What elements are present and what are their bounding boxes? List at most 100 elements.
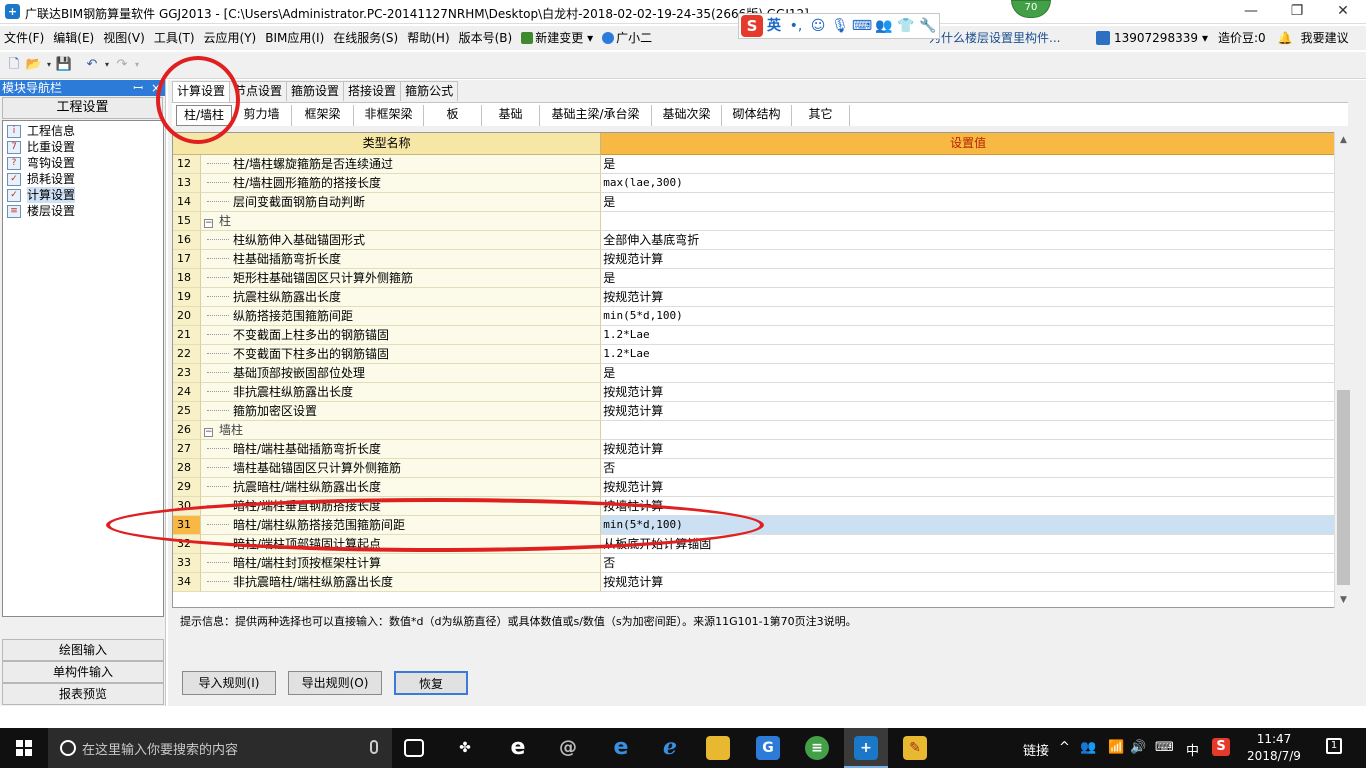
ie-icon[interactable]: ℯ (658, 736, 682, 760)
glodon-g-icon[interactable]: G (756, 736, 780, 760)
grid-group-row[interactable]: 26− 墙柱 (173, 421, 1335, 440)
tree-item-weight[interactable]: 7 比重设置 (3, 139, 163, 155)
table-row[interactable]: 23 基础顶部按嵌固部位处理 是 (173, 364, 1335, 383)
file-explorer-icon[interactable] (706, 736, 730, 760)
tab-node-settings[interactable]: 节点设置 (229, 81, 288, 101)
report-preview-button[interactable]: 报表预览 (2, 683, 164, 705)
table-row[interactable]: 30 暗柱/端柱垂直钢筋搭接长度 按墙柱计算 (173, 497, 1335, 516)
setting-value[interactable]: 按规范计算 (601, 573, 1335, 592)
sogou-logo-icon[interactable]: S (741, 15, 763, 37)
subtab-other[interactable]: 其它 (792, 105, 850, 126)
glodon-steel-app-icon[interactable]: + (854, 736, 878, 760)
swirl-app-icon[interactable]: @ (556, 736, 580, 760)
table-row[interactable]: 17 柱基础插筋弯折长度 按规范计算 (173, 250, 1335, 269)
setting-value[interactable]: 否 (601, 554, 1335, 573)
table-row[interactable]: 24 非抗震柱纵筋露出长度 按规范计算 (173, 383, 1335, 402)
setting-value[interactable] (601, 212, 1335, 231)
tray-link[interactable]: 链接 (1023, 740, 1049, 759)
tray-expand-icon[interactable]: ^ (1059, 740, 1070, 755)
bell-icon[interactable]: 🔔 (1278, 31, 1293, 45)
undo-dropdown-icon[interactable]: ▾ (102, 55, 112, 75)
wifi-icon[interactable]: 📶 (1108, 740, 1124, 755)
notes-app-icon[interactable]: ✎ (903, 736, 927, 760)
restore-button[interactable]: 恢复 (394, 671, 468, 695)
tab-stirrup-settings[interactable]: 箍筋设置 (286, 81, 345, 101)
scroll-thumb[interactable] (1337, 390, 1350, 585)
subtab-masonry[interactable]: 砌体结构 (722, 105, 792, 126)
tab-calc-settings[interactable]: 计算设置 (172, 81, 231, 102)
emoji-icon[interactable]: ☺ (807, 15, 829, 37)
feedback-link[interactable]: 我要建议 (1301, 29, 1349, 46)
scroll-down-icon[interactable]: ▼ (1335, 592, 1352, 608)
restore-button[interactable]: ❐ (1274, 0, 1320, 24)
setting-value[interactable]: 从板底开始计算锚固 (601, 535, 1335, 554)
setting-value[interactable] (601, 421, 1335, 440)
score-badge[interactable]: 70 (1011, 0, 1051, 18)
setting-value[interactable]: 按规范计算 (601, 250, 1335, 269)
nav-close-icon[interactable]: × (151, 80, 161, 96)
menu-cloud[interactable]: 云应用(Y) (200, 27, 261, 49)
pin-icon[interactable]: ꟷ (133, 80, 143, 96)
setting-value[interactable]: 是 (601, 364, 1335, 383)
setting-value[interactable]: 按规范计算 (601, 383, 1335, 402)
grid-vertical-scrollbar[interactable]: ▲ ▼ (1334, 132, 1351, 608)
subtab-non-frame-beam[interactable]: 非框架梁 (354, 105, 424, 126)
ime-tray-indicator[interactable]: 中 (1186, 740, 1199, 759)
menu-file[interactable]: 文件(F) (0, 27, 48, 49)
tree-item-floor[interactable]: ≡ 楼层设置 (3, 203, 163, 219)
table-row[interactable]: 34 非抗震暗柱/端柱纵筋露出长度 按规范计算 (173, 573, 1335, 592)
single-component-input-button[interactable]: 单构件输入 (2, 661, 164, 683)
redo-dropdown-icon[interactable]: ▾ (132, 55, 142, 75)
close-button[interactable]: ✕ (1320, 0, 1366, 24)
tab-lap-settings[interactable]: 搭接设置 (343, 81, 402, 101)
grid-group-row[interactable]: 15− 柱 (173, 212, 1335, 231)
menu-edit[interactable]: 编辑(E) (49, 27, 98, 49)
keyboard-tray-icon[interactable]: ⌨ (1155, 740, 1174, 755)
taskbar-search[interactable]: 在这里输入你要搜索的内容 (48, 728, 392, 768)
setting-value[interactable]: 按规范计算 (601, 288, 1335, 307)
table-row[interactable]: 16 柱纵筋伸入基础锚固形式 全部伸入基底弯折 (173, 231, 1335, 250)
table-row[interactable]: 25 箍筋加密区设置 按规范计算 (173, 402, 1335, 421)
tree-item-loss[interactable]: ✓ 损耗设置 (3, 171, 163, 187)
setting-value[interactable]: max(lae,300) (601, 174, 1335, 193)
user-icon[interactable]: 👥 (873, 15, 895, 37)
menu-version[interactable]: 版本号(B) (455, 27, 517, 49)
scroll-up-icon[interactable]: ▲ (1335, 132, 1352, 148)
table-row[interactable]: 29 抗震暗柱/端柱纵筋露出长度 按规范计算 (173, 478, 1335, 497)
setting-value[interactable]: 1.2*Lae (601, 345, 1335, 364)
collapse-icon[interactable]: − (203, 219, 213, 228)
edge-legacy-icon[interactable]: e (506, 736, 530, 760)
punctuation-icon[interactable]: •, (785, 15, 807, 37)
table-row[interactable]: 13 柱/墙柱圆形箍筋的搭接长度 max(lae,300) (173, 174, 1335, 193)
setting-value[interactable]: 是 (601, 155, 1335, 174)
pinwheel-app-icon[interactable]: ✤ (453, 736, 477, 760)
task-view-icon[interactable] (404, 739, 424, 757)
minimize-button[interactable]: — (1228, 0, 1274, 24)
redo-icon[interactable]: ↷ (112, 55, 132, 75)
ime-mode-label[interactable]: 英 (763, 15, 785, 37)
menu-bim[interactable]: BIM应用(I) (261, 27, 328, 49)
start-button[interactable] (0, 728, 48, 768)
drawing-input-button[interactable]: 绘图输入 (2, 639, 164, 661)
table-row[interactable]: 21 不变截面上柱多出的钢筋锚固 1.2*Lae (173, 326, 1335, 345)
subtab-slab[interactable]: 板 (424, 105, 482, 126)
notification-center-icon[interactable]: 1 (1326, 738, 1342, 754)
taskbar-clock[interactable]: 11:47 2018/7/9 (1244, 731, 1304, 765)
phone-account[interactable]: 13907298339 (1114, 31, 1198, 45)
menu-online[interactable]: 在线服务(S) (329, 27, 402, 49)
question-hint-link[interactable]: 为什么楼层设置里构件... (929, 29, 1060, 46)
sogou-tray-icon[interactable]: S (1212, 738, 1230, 756)
save-icon[interactable]: 💾 (54, 55, 74, 75)
undo-icon[interactable]: ↶ (82, 55, 102, 75)
tree-item-hook[interactable]: ? 弯钩设置 (3, 155, 163, 171)
menu-view[interactable]: 视图(V) (99, 27, 149, 49)
setting-value[interactable]: 按规范计算 (601, 440, 1335, 459)
table-row[interactable]: 31 暗柱/端柱纵筋搭接范围箍筋间距 min(5*d,100) (173, 516, 1335, 535)
table-row[interactable]: 12 柱/墙柱螺旋箍筋是否连续通过 是 (173, 155, 1335, 174)
volume-icon[interactable]: 🔊 (1130, 740, 1146, 755)
table-row[interactable]: 22 不变截面下柱多出的钢筋锚固 1.2*Lae (173, 345, 1335, 364)
subtab-frame-beam[interactable]: 框架梁 (292, 105, 354, 126)
open-folder-icon[interactable]: 📂 (24, 55, 44, 75)
tree-item-project-info[interactable]: i 工程信息 (3, 123, 163, 139)
mic-icon[interactable] (370, 740, 378, 754)
